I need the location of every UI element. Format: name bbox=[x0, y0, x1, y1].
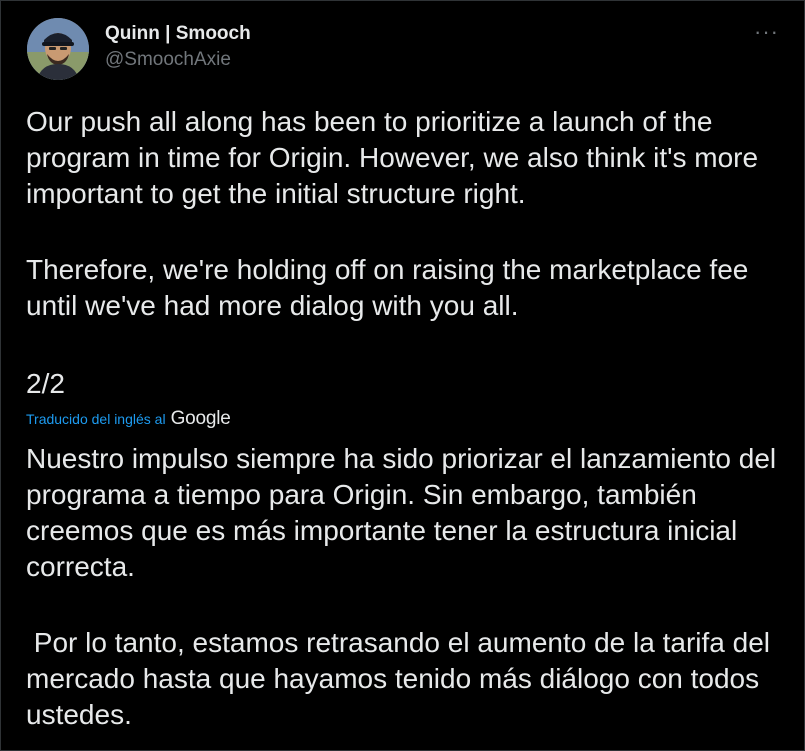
tweet-header: Quinn | Smooch @SmoochAxie bbox=[27, 18, 251, 80]
user-handle[interactable]: @SmoochAxie bbox=[105, 48, 251, 72]
thread-index: 2/2 bbox=[26, 368, 65, 399]
display-name[interactable]: Quinn | Smooch bbox=[105, 22, 251, 46]
translation-attribution: Traducido del inglés al Google bbox=[26, 408, 231, 430]
translated-paragraph-1: Nuestro impulso siempre ha sido prioriza… bbox=[26, 443, 777, 582]
avatar-image bbox=[27, 18, 89, 80]
tweet-paragraph-2: Therefore, we're holding off on raising … bbox=[26, 254, 749, 321]
google-logo: Google bbox=[170, 408, 231, 429]
more-options-icon[interactable]: ··· bbox=[754, 21, 779, 43]
user-names: Quinn | Smooch @SmoochAxie bbox=[105, 22, 251, 72]
avatar[interactable] bbox=[27, 18, 89, 80]
tweet-paragraph-1: Our push all along has been to prioritiz… bbox=[26, 106, 759, 209]
translated-paragraph-2: Por lo tanto, estamos retrasando el aume… bbox=[26, 627, 778, 730]
translation-label[interactable]: Traducido del inglés al bbox=[26, 411, 166, 427]
tweet-card: Quinn | Smooch @SmoochAxie ··· Our push … bbox=[0, 0, 805, 751]
